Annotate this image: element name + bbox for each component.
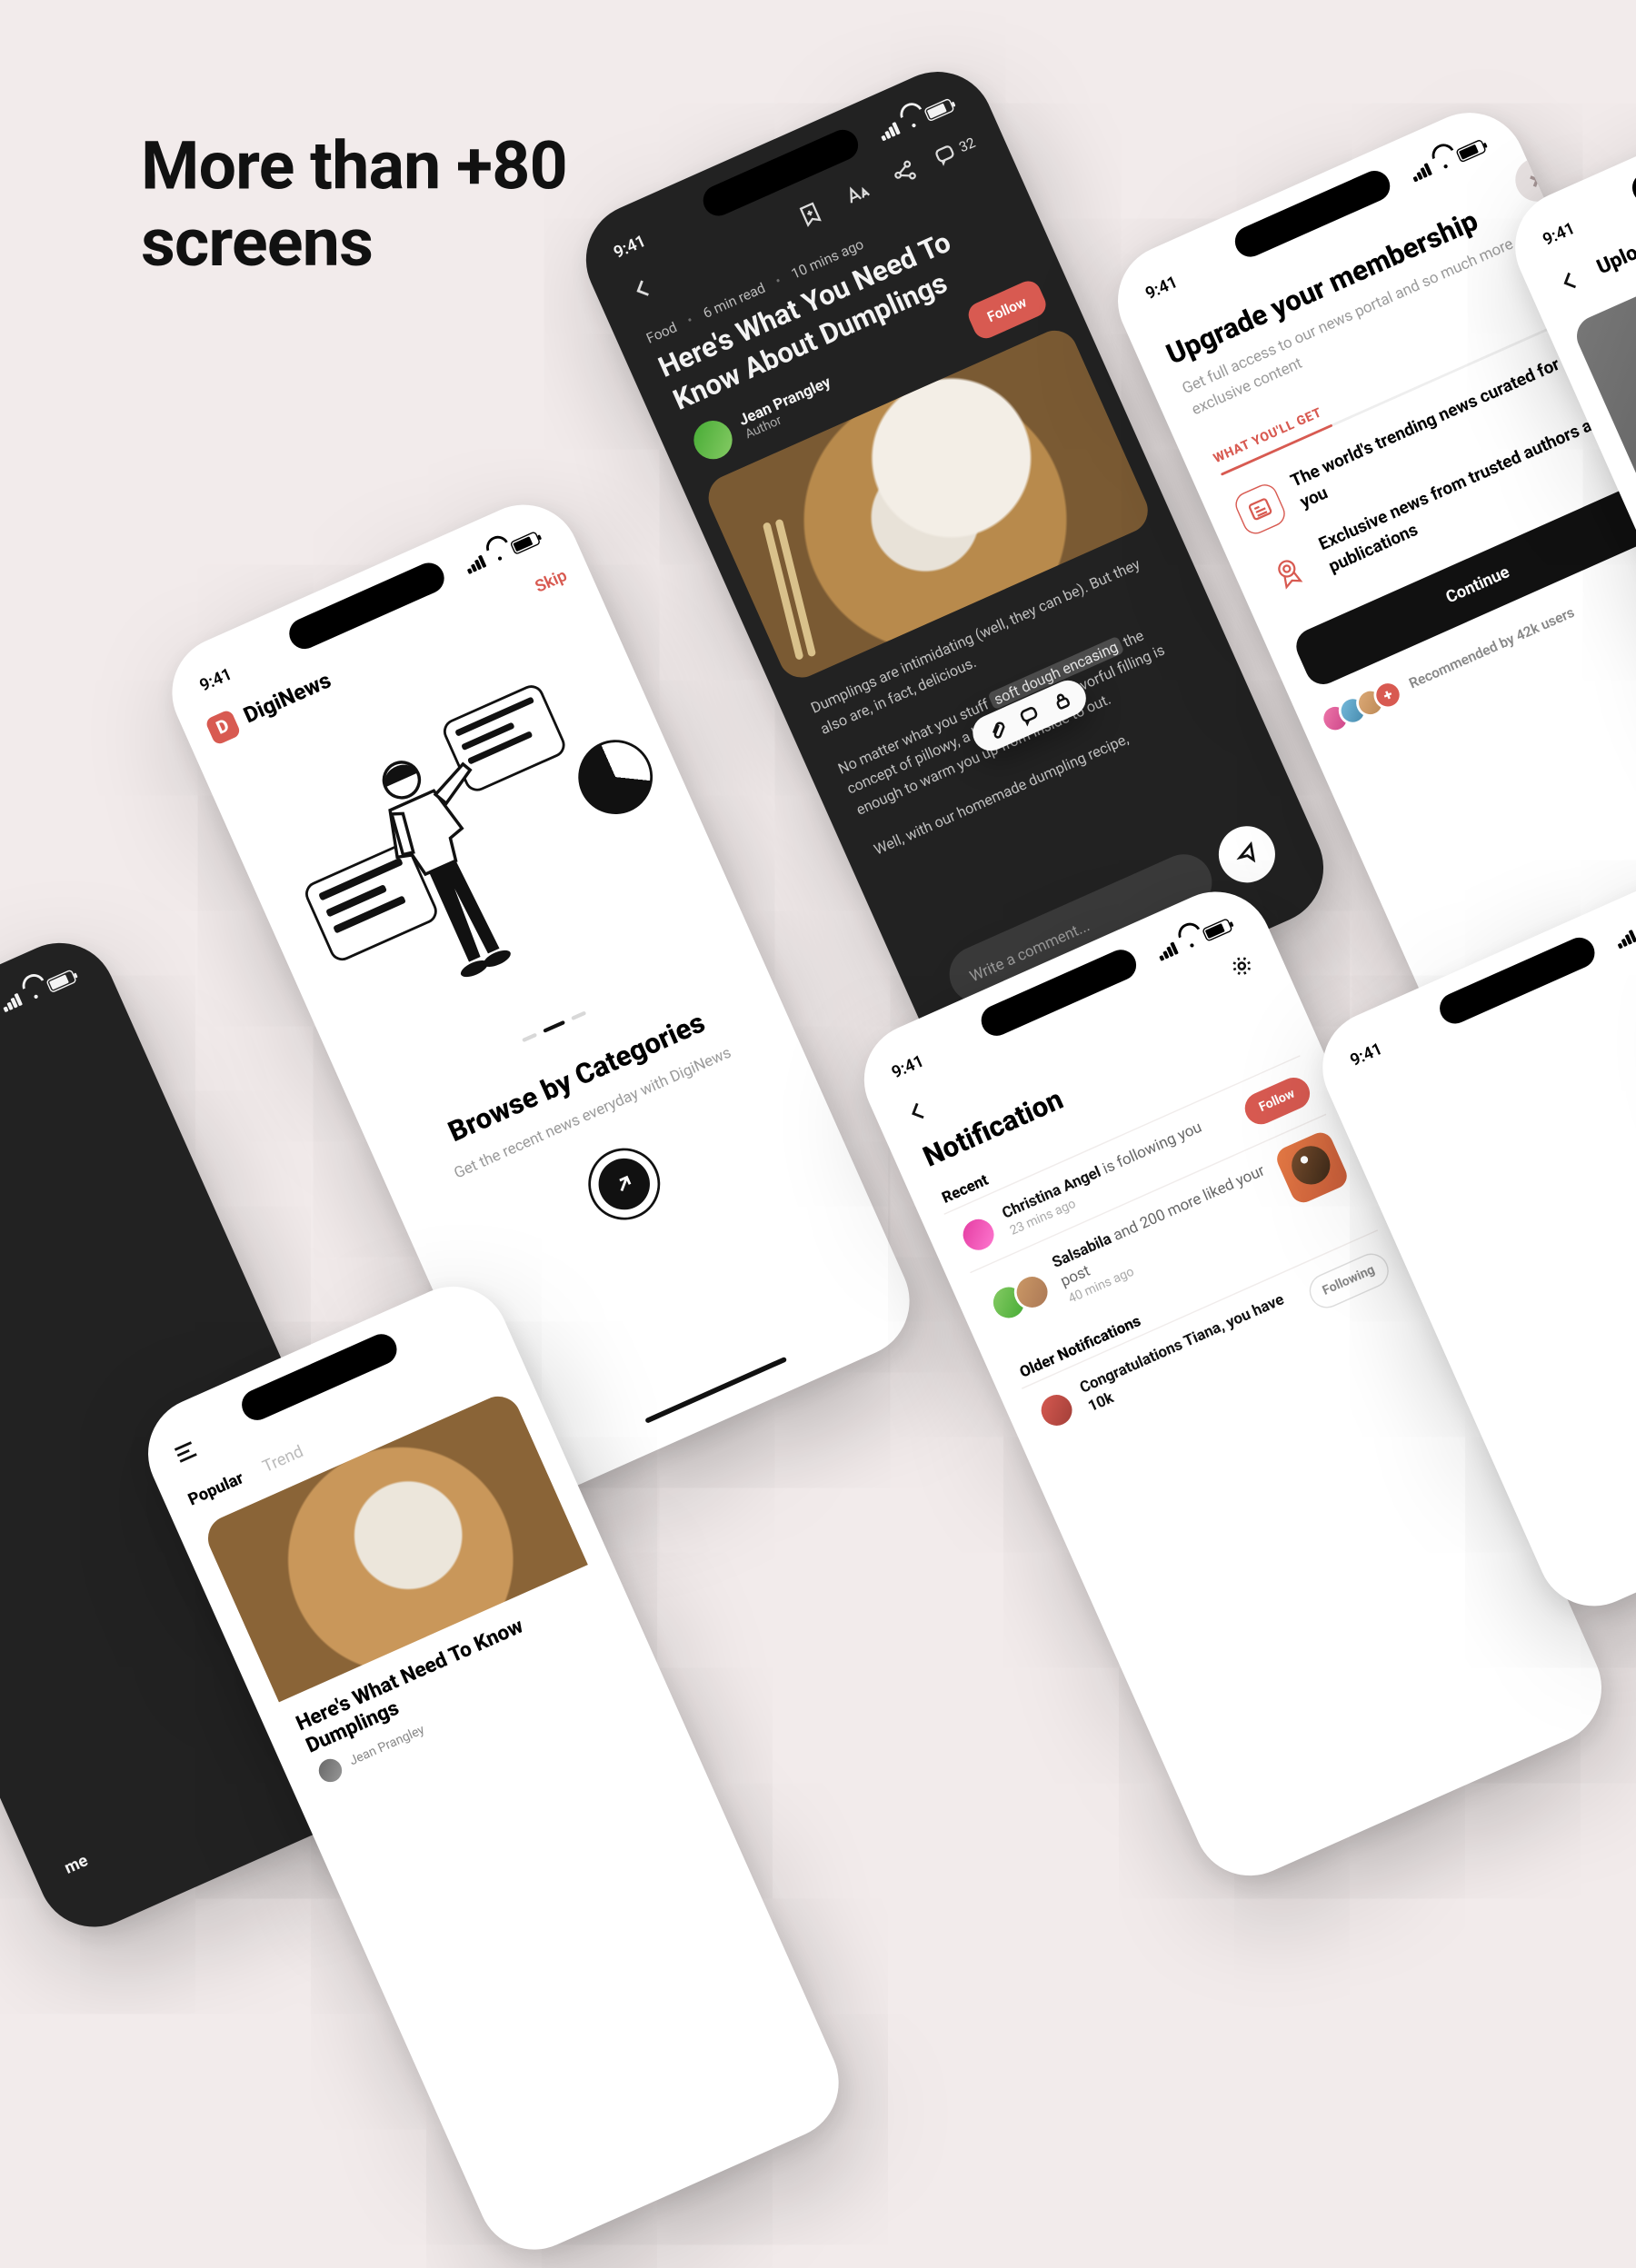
mockup-stage: 9:41 32 Food• 6 min read• 10 mins ago He… xyxy=(0,0,1635,1237)
comments-icon[interactable]: 32 xyxy=(928,126,981,174)
home-indicator xyxy=(644,1357,787,1424)
author-avatar[interactable] xyxy=(688,414,739,465)
attach-icon[interactable] xyxy=(984,719,1008,742)
text-size-icon[interactable] xyxy=(834,172,878,215)
profile-name: Tiana Vetrovs xyxy=(0,1075,139,1255)
tab-popular[interactable]: Popular xyxy=(185,1469,246,1510)
tab-trending[interactable]: Trend xyxy=(260,1442,306,1477)
post-thumbnail xyxy=(1273,1129,1352,1207)
status-time: 9:41 xyxy=(1142,273,1181,303)
status-time: 9:41 xyxy=(611,232,649,263)
wifi-icon xyxy=(902,112,923,131)
skip-button[interactable]: Skip xyxy=(533,566,570,597)
back-icon[interactable] xyxy=(621,267,664,311)
comment-count: 32 xyxy=(956,134,977,155)
status-time: 9:41 xyxy=(197,664,235,695)
follow-button[interactable]: Follow xyxy=(1240,1072,1315,1129)
battery-icon xyxy=(923,97,955,122)
newspaper-icon xyxy=(1232,481,1289,538)
back-icon[interactable] xyxy=(1546,258,1590,302)
next-button[interactable] xyxy=(577,1137,672,1231)
following-badge[interactable]: Following xyxy=(1303,1248,1394,1313)
award-icon xyxy=(1260,544,1317,602)
lock-icon[interactable] xyxy=(1051,689,1074,712)
nav-item[interactable]: me xyxy=(62,1852,91,1879)
meta-category[interactable]: Food xyxy=(643,319,679,347)
back-icon[interactable] xyxy=(894,1089,938,1132)
settings-icon[interactable] xyxy=(1220,944,1263,988)
signal-icon xyxy=(878,122,901,141)
bookmark-icon[interactable] xyxy=(788,193,832,236)
menu-icon[interactable] xyxy=(164,1430,207,1474)
share-icon[interactable] xyxy=(882,151,925,194)
comment-icon[interactable] xyxy=(1018,704,1042,728)
send-button[interactable] xyxy=(1210,817,1284,891)
